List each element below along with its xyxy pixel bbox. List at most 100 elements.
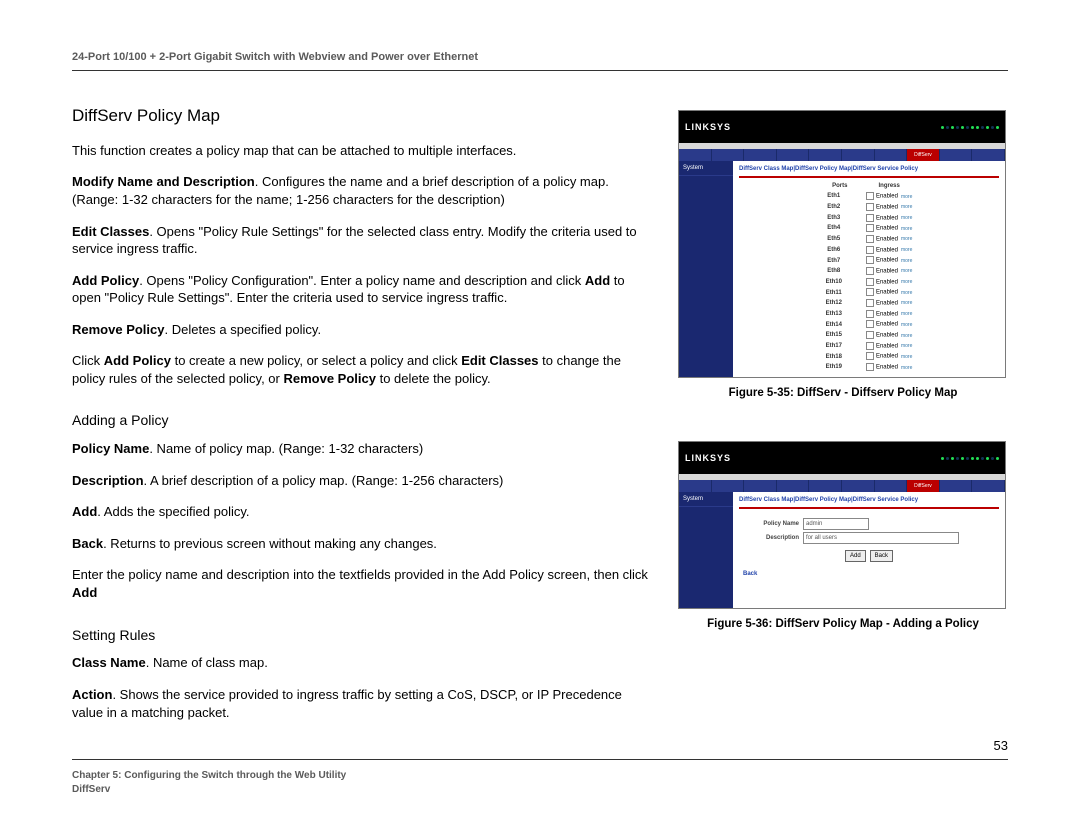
tab[interactable] <box>809 480 842 492</box>
more-link[interactable]: more <box>901 194 912 200</box>
enabled-label: Enabled <box>876 333 898 339</box>
checkbox-icon[interactable] <box>866 278 874 286</box>
enabled-label: Enabled <box>876 365 898 371</box>
checkbox-icon[interactable] <box>866 363 874 371</box>
enabled-label: Enabled <box>876 258 898 264</box>
screenshot-sidebar: System <box>679 492 733 608</box>
more-link[interactable]: more <box>901 279 912 285</box>
checkbox-icon[interactable] <box>866 246 874 254</box>
more-link[interactable]: more <box>901 236 912 242</box>
screenshot-content: DiffServ Class Map|DiffServ Policy Map|D… <box>733 161 1005 377</box>
more-link[interactable]: more <box>901 247 912 253</box>
screenshot-sidebar: System <box>679 161 733 377</box>
input-description[interactable]: for all users <box>803 532 959 544</box>
checkbox-icon[interactable] <box>866 235 874 243</box>
more-link[interactable]: more <box>901 268 912 274</box>
paragraph: This function creates a policy map that … <box>72 142 652 160</box>
more-link[interactable]: more <box>901 226 912 232</box>
checkbox-icon[interactable] <box>866 192 874 200</box>
table-row: Eth8Enabledmore <box>820 266 919 277</box>
tab-diffserv[interactable]: DiffServ <box>907 149 940 161</box>
tab[interactable] <box>744 480 777 492</box>
enabled-label: Enabled <box>876 194 898 200</box>
more-link[interactable]: more <box>901 322 912 328</box>
col-ingress: Ingress <box>860 181 918 191</box>
ingress-cell: Enabledmore <box>860 341 918 352</box>
tab[interactable] <box>744 149 777 161</box>
table-row: Eth13Enabledmore <box>820 309 919 320</box>
more-link[interactable]: more <box>901 258 912 264</box>
table-row: Eth18Enabledmore <box>820 351 919 362</box>
tab[interactable] <box>712 149 745 161</box>
checkbox-icon[interactable] <box>866 288 874 296</box>
text: . A brief description of a policy map. (… <box>144 473 504 488</box>
checkbox-icon[interactable] <box>866 224 874 232</box>
paragraph: Back. Returns to previous screen without… <box>72 535 652 553</box>
term-back: Back <box>72 536 103 551</box>
checkbox-icon[interactable] <box>866 203 874 211</box>
label-description: Description <box>759 534 803 542</box>
screenshot-header: LINKSYS <box>679 442 1005 474</box>
more-link[interactable]: more <box>901 333 912 339</box>
back-link[interactable]: Back <box>743 570 999 578</box>
tab[interactable] <box>875 149 908 161</box>
checkbox-icon[interactable] <box>866 342 874 350</box>
tab[interactable] <box>940 149 973 161</box>
enabled-label: Enabled <box>876 300 898 306</box>
more-link[interactable]: more <box>901 311 912 317</box>
tab[interactable] <box>679 149 712 161</box>
more-link[interactable]: more <box>901 300 912 306</box>
tab[interactable] <box>842 480 875 492</box>
form-row-description: Description for all users <box>759 532 999 544</box>
table-row: Eth6Enabledmore <box>820 245 919 256</box>
figure-5-35: LINKSYS DiffServ <box>678 110 1008 401</box>
table-row: Eth5Enabledmore <box>820 234 919 245</box>
tab[interactable] <box>940 480 973 492</box>
enabled-label: Enabled <box>876 290 898 296</box>
screenshot-add-policy: LINKSYS DiffServ <box>678 441 1006 609</box>
tab[interactable] <box>777 149 810 161</box>
more-link[interactable]: more <box>901 343 912 349</box>
back-button[interactable]: Back <box>870 550 893 562</box>
sidebar-system[interactable]: System <box>679 161 733 176</box>
tab[interactable] <box>712 480 745 492</box>
tab[interactable] <box>972 149 1005 161</box>
checkbox-icon[interactable] <box>866 310 874 318</box>
tab[interactable] <box>777 480 810 492</box>
tab[interactable] <box>875 480 908 492</box>
port-cell: Eth1 <box>820 191 860 202</box>
add-button[interactable]: Add <box>845 550 866 562</box>
more-link[interactable]: more <box>901 290 912 296</box>
text: . Adds the specified policy. <box>97 504 249 519</box>
sidebar-system[interactable]: System <box>679 492 733 507</box>
enabled-label: Enabled <box>876 247 898 253</box>
tab[interactable] <box>842 149 875 161</box>
checkbox-icon[interactable] <box>866 331 874 339</box>
checkbox-icon[interactable] <box>866 299 874 307</box>
port-cell: Eth11 <box>820 287 860 298</box>
more-link[interactable]: more <box>901 204 912 210</box>
tab-diffserv[interactable]: DiffServ <box>907 480 940 492</box>
table-row: Eth12Enabledmore <box>820 298 919 309</box>
paragraph: Remove Policy. Deletes a specified polic… <box>72 321 652 339</box>
more-link[interactable]: more <box>901 365 912 371</box>
bold-add: Add <box>72 585 97 600</box>
text: Click <box>72 353 104 368</box>
term-modify: Modify Name and Description <box>72 174 255 189</box>
tab[interactable] <box>809 149 842 161</box>
more-link[interactable]: more <box>901 354 912 360</box>
checkbox-icon[interactable] <box>866 214 874 222</box>
checkbox-icon[interactable] <box>866 352 874 360</box>
tab[interactable] <box>972 480 1005 492</box>
term-remove-policy: Remove Policy <box>72 322 165 337</box>
tab[interactable] <box>679 480 712 492</box>
status-leds <box>941 457 999 460</box>
checkbox-icon[interactable] <box>866 267 874 275</box>
more-link[interactable]: more <box>901 215 912 221</box>
ingress-cell: Enabledmore <box>860 255 918 266</box>
checkbox-icon[interactable] <box>866 256 874 264</box>
checkbox-icon[interactable] <box>866 320 874 328</box>
input-policy-name[interactable]: admin <box>803 518 869 530</box>
figure-caption: Figure 5-35: DiffServ - Diffserv Policy … <box>678 386 1008 402</box>
paragraph: Policy Name. Name of policy map. (Range:… <box>72 440 652 458</box>
